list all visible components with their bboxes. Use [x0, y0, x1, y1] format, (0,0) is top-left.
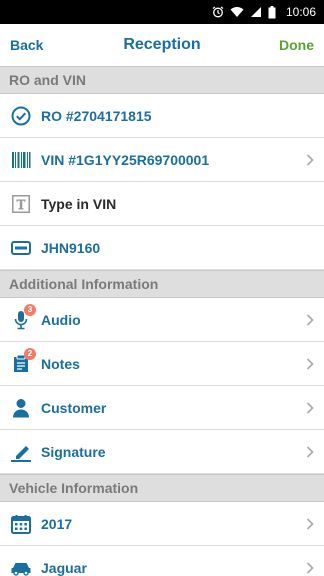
section-header-vehicle: Vehicle Information [0, 474, 324, 502]
chevron-right-icon [304, 561, 316, 574]
section-header-ro-vin: RO and VIN [0, 66, 324, 94]
car-icon [10, 557, 32, 576]
chevron-right-icon [304, 445, 316, 458]
text-t-icon [10, 193, 32, 215]
pen-icon [10, 441, 32, 463]
make-row[interactable]: Jaguar [0, 546, 324, 576]
calendar-icon [10, 513, 32, 535]
chevron-right-icon [304, 401, 316, 414]
clock-time: 10:06 [285, 5, 316, 19]
person-icon [10, 397, 32, 419]
notes-label: Notes [41, 355, 80, 372]
microphone-icon: 3 [10, 303, 36, 331]
notes-icon: 2 [10, 347, 36, 375]
customer-row[interactable]: Customer [0, 386, 324, 430]
signal-icon [250, 6, 262, 18]
notes-badge: 2 [24, 347, 36, 360]
back-button[interactable]: Back [10, 37, 43, 53]
license-plate-icon [10, 237, 32, 259]
vin-number: VIN #1G1YY25R69700001 [41, 151, 210, 168]
status-bar: 10:06 [0, 0, 324, 24]
nav-bar: Back Reception Done [0, 24, 324, 66]
battery-icon [268, 5, 276, 19]
page-title: Reception [123, 36, 201, 53]
chevron-right-icon [304, 517, 316, 530]
ro-number: RO #2704171815 [41, 107, 152, 124]
year-label: 2017 [41, 515, 73, 532]
barcode-icon [10, 149, 32, 171]
license-plate: JHN9160 [41, 239, 101, 256]
wifi-icon [230, 6, 244, 18]
make-label: Jaguar [41, 559, 87, 576]
section-header-additional: Additional Information [0, 270, 324, 298]
done-button[interactable]: Done [279, 37, 314, 53]
plate-row[interactable]: JHN9160 [0, 226, 324, 270]
signature-label: Signature [41, 443, 106, 460]
alarm-icon [212, 6, 224, 18]
notes-row[interactable]: 2 Notes [0, 342, 324, 386]
ro-row[interactable]: RO #2704171815 [0, 94, 324, 138]
chevron-right-icon [304, 153, 316, 166]
audio-row[interactable]: 3 Audio [0, 298, 324, 342]
vin-row[interactable]: VIN #1G1YY25R69700001 [0, 138, 324, 182]
audio-label: Audio [41, 311, 81, 328]
audio-badge: 3 [24, 303, 36, 316]
year-row[interactable]: 2017 [0, 502, 324, 546]
type-vin-row[interactable]: Type in VIN [0, 182, 324, 226]
signature-row[interactable]: Signature [0, 430, 324, 474]
customer-label: Customer [41, 399, 107, 416]
content: RO and VIN RO #2704171815 VIN #1G1YY25R6… [0, 66, 324, 576]
chevron-right-icon [304, 357, 316, 370]
chevron-right-icon [304, 313, 316, 326]
check-circle-icon [10, 105, 32, 127]
type-in-vin-label: Type in VIN [41, 195, 117, 212]
